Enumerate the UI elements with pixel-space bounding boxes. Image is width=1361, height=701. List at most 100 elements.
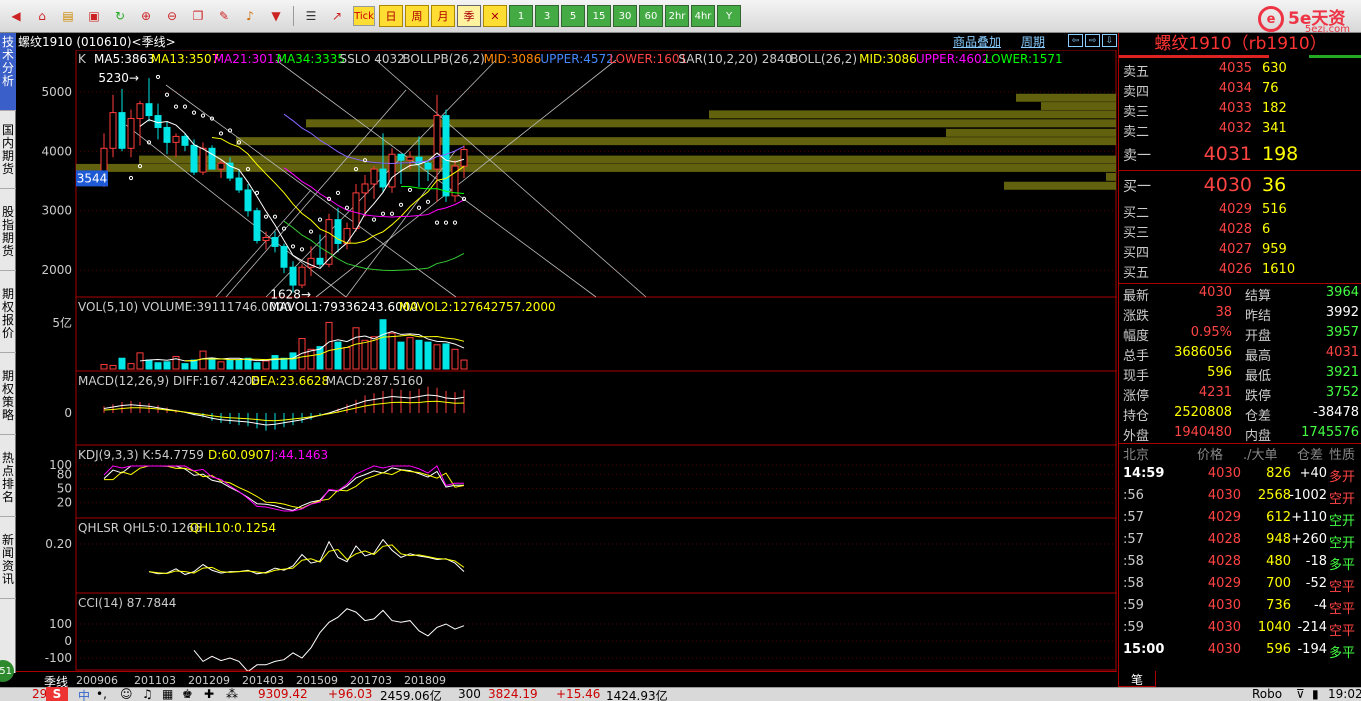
tick-row[interactable]: :59 4030 1040 -214 空平 bbox=[1119, 620, 1361, 642]
trend-line bbox=[315, 59, 617, 298]
period-3-button[interactable]: 3 bbox=[535, 5, 559, 27]
period-5-button[interactable]: 5 bbox=[561, 5, 585, 27]
sidebar-tab-domestic-futures[interactable]: 国内期货 bbox=[0, 121, 16, 189]
tick-row[interactable]: :58 4029 700 -52 空平 bbox=[1119, 576, 1361, 598]
bell-icon[interactable]: ♪ bbox=[238, 5, 262, 27]
x-period-icon[interactable]: ✕ bbox=[483, 5, 507, 27]
filter-icon[interactable]: ▼ bbox=[264, 5, 288, 27]
ime-chinese-icon[interactable]: 中 bbox=[78, 687, 90, 701]
bid-row[interactable]: 买五 4026 1610 bbox=[1119, 262, 1361, 282]
nav-left-button[interactable]: ⇦ bbox=[1068, 34, 1083, 47]
toolbar: ◀ ⌂ ▤ ▣ ↻ ⊕ ⊖ ❐ ✎ ♪ ▼ ☰ ↗ Tick 日 周 月 季 ✕… bbox=[0, 0, 1361, 33]
bid-label: 买四 bbox=[1123, 246, 1150, 261]
sidebar-tab-option-strategy[interactable]: 期权策略 bbox=[0, 367, 16, 435]
line-chart-icon[interactable]: ↗ bbox=[325, 5, 349, 27]
zoom-out-icon[interactable]: ⊖ bbox=[160, 5, 184, 27]
sar-dot bbox=[335, 190, 341, 195]
ask-row[interactable]: 卖五 4035 630 bbox=[1119, 61, 1361, 81]
sidebar-tab-hot-ranking[interactable]: 热点排名 bbox=[0, 449, 16, 517]
period-link[interactable]: 周期 bbox=[1021, 33, 1045, 50]
tick-row[interactable]: 14:59 4030 826 +40 多开 bbox=[1119, 466, 1361, 488]
period-15-button[interactable]: 15 bbox=[587, 5, 611, 27]
tick-row[interactable]: :57 4029 612 +110 空开 bbox=[1119, 510, 1361, 532]
sidebar-tab-technical[interactable]: 技术分析 bbox=[0, 33, 16, 111]
ask-row[interactable]: 卖二 4032 341 bbox=[1119, 121, 1361, 141]
home-icon[interactable]: ⌂ bbox=[30, 5, 54, 27]
sidebar-tab-index-futures[interactable]: 股指期货 bbox=[0, 203, 16, 271]
candle-body bbox=[442, 115, 450, 197]
notebook-icon[interactable]: ▤ bbox=[56, 5, 80, 27]
tick-time: :58 bbox=[1123, 554, 1144, 569]
tick-button[interactable]: Tick bbox=[353, 6, 375, 26]
candle-body bbox=[145, 103, 153, 117]
stat-value: 38 bbox=[1215, 305, 1232, 320]
ime-keyboard-icon[interactable]: ▦ bbox=[162, 687, 173, 701]
candle-body bbox=[172, 135, 180, 143]
volume-bar bbox=[460, 359, 468, 370]
status-index-turnover: 2459.06亿 bbox=[380, 689, 442, 701]
season-button[interactable]: 季 bbox=[457, 5, 481, 27]
ime-skin-icon[interactable]: ♚ bbox=[182, 687, 193, 701]
ime-punct-icon[interactable]: •, bbox=[96, 687, 107, 701]
nav-down-button[interactable]: ⇩ bbox=[1102, 34, 1117, 47]
tick-time: :57 bbox=[1123, 510, 1144, 525]
nav-right-button[interactable]: ⇨ bbox=[1085, 34, 1100, 47]
bid1-row[interactable]: 买一 4030 36 bbox=[1119, 174, 1361, 196]
month-button[interactable]: 月 bbox=[431, 5, 455, 27]
stat-row: 持仓 2520808 仓差 -38478 bbox=[1119, 405, 1361, 425]
candle-body bbox=[388, 153, 396, 188]
bid-price: 4027 bbox=[1218, 242, 1252, 257]
period-2hr-button[interactable]: 2hr bbox=[665, 5, 689, 27]
ime-mic-icon[interactable]: ♫ bbox=[142, 687, 153, 701]
y-tick: 0 bbox=[64, 634, 72, 648]
candle-body bbox=[109, 112, 117, 149]
candle-body bbox=[253, 210, 261, 241]
sidebar-tab-option-quotes[interactable]: 期权报价 bbox=[0, 285, 16, 353]
zoom-in-icon[interactable]: ⊕ bbox=[134, 5, 158, 27]
ime-emoji-icon[interactable]: ☺ bbox=[120, 687, 133, 701]
back-icon[interactable]: ◀ bbox=[4, 5, 28, 27]
sidebar-tab-news[interactable]: 新闻资讯 bbox=[0, 531, 16, 599]
ask1-row[interactable]: 卖一 4031 198 bbox=[1119, 143, 1361, 165]
window-icon[interactable]: ❐ bbox=[186, 5, 210, 27]
period-4hr-button[interactable]: 4hr bbox=[691, 5, 715, 27]
draw-pen-icon[interactable]: ✎ bbox=[212, 5, 236, 27]
filter-icon[interactable]: ⊽ bbox=[1296, 687, 1305, 701]
bid-price: 4026 bbox=[1218, 262, 1252, 277]
input-method-icon[interactable]: S bbox=[46, 687, 68, 701]
period-60-button[interactable]: 60 bbox=[639, 5, 663, 27]
ask-row[interactable]: 卖四 4034 76 bbox=[1119, 81, 1361, 101]
bid-row[interactable]: 买四 4027 959 bbox=[1119, 242, 1361, 262]
tick-nature: 空平 bbox=[1329, 580, 1356, 595]
stat-label: 仓差 bbox=[1245, 409, 1272, 424]
week-button[interactable]: 周 bbox=[405, 5, 429, 27]
candle-body bbox=[181, 135, 189, 146]
tick-nature: 多平 bbox=[1329, 558, 1356, 573]
tick-oi-change: +110 bbox=[1291, 510, 1327, 525]
chart-area[interactable]: K MA5:3863MA13:3507MA21:3013MA34:3335SSLO… bbox=[16, 50, 1117, 671]
day-button[interactable]: 日 bbox=[379, 5, 403, 27]
main-indicator-value: MA34:3335 bbox=[277, 52, 345, 66]
tick-row[interactable]: :58 4028 480 -18 多平 bbox=[1119, 554, 1361, 576]
trade-detail-tab[interactable]: 笔 bbox=[1118, 671, 1156, 687]
bid-row[interactable]: 买三 4028 6 bbox=[1119, 222, 1361, 242]
candle-body bbox=[361, 183, 369, 194]
tick-row[interactable]: 15:00 4030 596 -194 多平 bbox=[1119, 642, 1361, 664]
ime-more-icon[interactable]: ⁂ bbox=[226, 687, 238, 701]
status-robo[interactable]: Robo bbox=[1252, 687, 1282, 701]
ime-tools-icon[interactable]: ✚ bbox=[204, 687, 214, 701]
y-tick: 5000 bbox=[41, 85, 72, 99]
period-1-button[interactable]: 1 bbox=[509, 5, 533, 27]
tick-row[interactable]: :56 4030 2568 -1002 空开 bbox=[1119, 488, 1361, 510]
bid-row[interactable]: 买二 4029 516 bbox=[1119, 202, 1361, 222]
volume-bar bbox=[145, 359, 153, 370]
ask-row[interactable]: 卖三 4033 182 bbox=[1119, 101, 1361, 121]
refresh-icon[interactable]: ↻ bbox=[108, 5, 132, 27]
commodity-overlay-link[interactable]: 商品叠加 bbox=[953, 33, 1001, 50]
list-icon[interactable]: ☰ bbox=[299, 5, 323, 27]
tick-row[interactable]: :57 4028 948 +260 空开 bbox=[1119, 532, 1361, 554]
tick-row[interactable]: :59 4030 736 -4 空平 bbox=[1119, 598, 1361, 620]
f10-icon[interactable]: ▣ bbox=[82, 5, 106, 27]
period-30-button[interactable]: 30 bbox=[613, 5, 637, 27]
period-year-button[interactable]: Y bbox=[717, 5, 741, 27]
